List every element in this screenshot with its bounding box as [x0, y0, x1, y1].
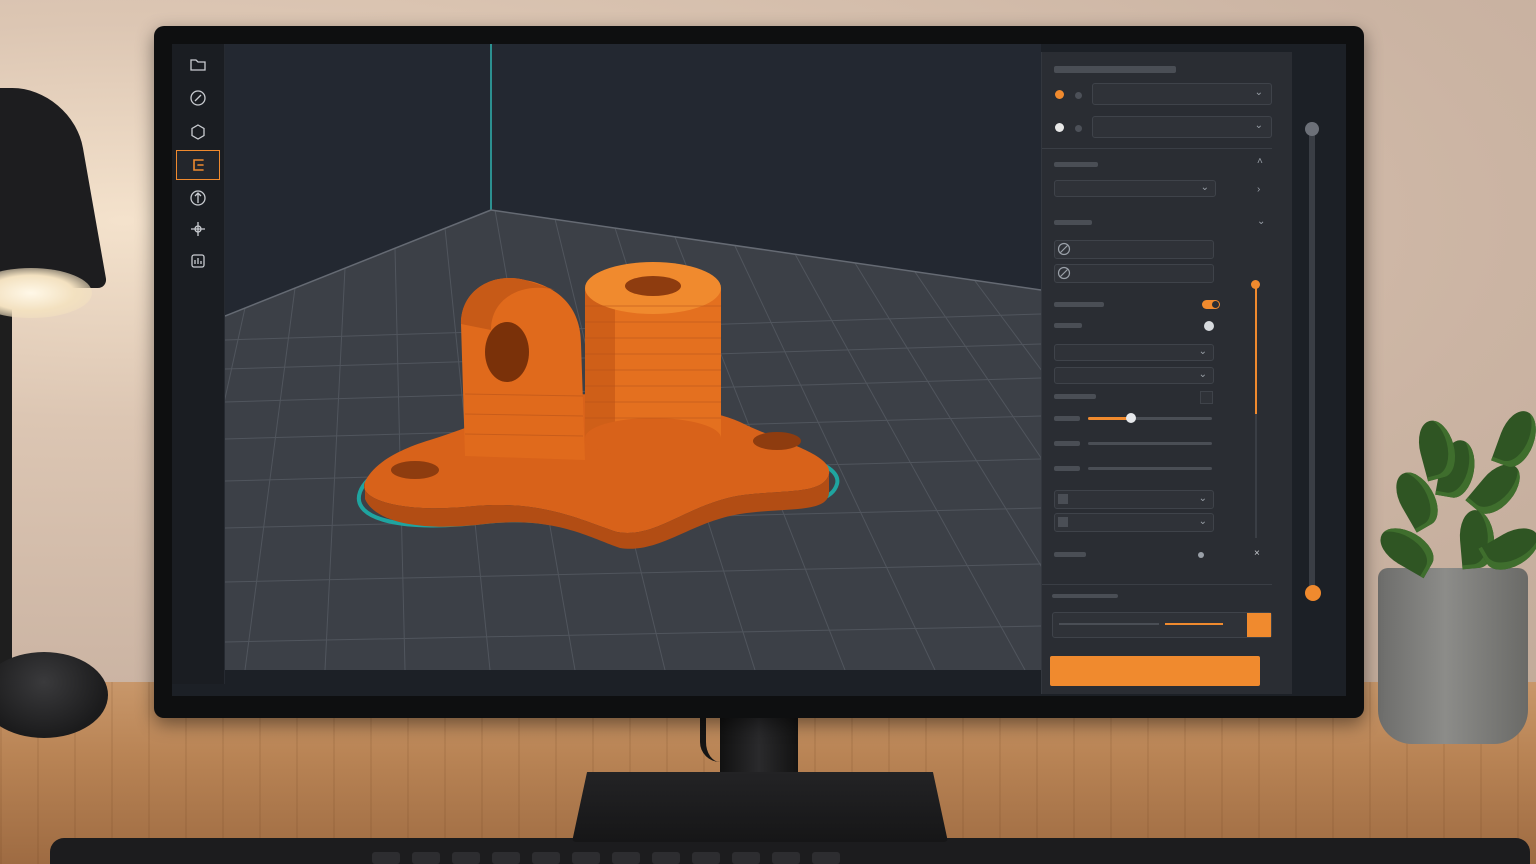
- preview-tool-button[interactable]: [177, 247, 219, 275]
- folder-icon: [190, 59, 206, 71]
- edit-tool-button[interactable]: [177, 84, 219, 112]
- layer-view-slider[interactable]: [1309, 122, 1315, 592]
- section-heading-placeholder-2: [1054, 220, 1092, 225]
- disabled-icon: [1057, 242, 1071, 256]
- section-divider: [1042, 148, 1272, 149]
- left-toolbar: [172, 44, 225, 684]
- support-tool-button[interactable]: [177, 184, 219, 212]
- progress-action-button[interactable]: [1247, 613, 1271, 637]
- move-icon: [191, 222, 205, 236]
- collapse-icon[interactable]: ˄: [1257, 156, 1263, 167]
- setting-label-placeholder: [1054, 302, 1104, 307]
- extruder-2-color-dot: [1055, 123, 1064, 132]
- material-1-dropdown[interactable]: ⌄: [1092, 83, 1272, 105]
- section-heading-placeholder: [1054, 162, 1098, 167]
- chevron-right-icon[interactable]: ›: [1257, 184, 1260, 195]
- color-dropdown-1[interactable]: ⌄: [1054, 490, 1214, 509]
- setting-field-1[interactable]: [1054, 240, 1214, 259]
- monitor-stand-base: [572, 772, 948, 842]
- setting-checkbox[interactable]: [1200, 391, 1213, 404]
- cube-icon: [191, 124, 205, 140]
- slice-tool-button[interactable]: [176, 150, 220, 180]
- slice-button[interactable]: [1050, 656, 1260, 686]
- move-tool-button[interactable]: [177, 215, 219, 243]
- option-dropdown-1[interactable]: ⌄: [1054, 344, 1214, 361]
- plant-pot: [1378, 568, 1528, 744]
- section-divider-2: [1042, 584, 1272, 585]
- extruder-2-indicator: [1075, 125, 1082, 132]
- status-bar: [225, 670, 1041, 684]
- close-icon[interactable]: ×: [1254, 548, 1260, 559]
- slider-label-placeholder-2: [1054, 441, 1080, 446]
- radio-button[interactable]: [1204, 321, 1214, 331]
- disabled-icon: [1057, 266, 1071, 280]
- extruder-1-color-dot: [1055, 90, 1064, 99]
- layer-range-handle[interactable]: [1251, 280, 1260, 289]
- extruder-1-indicator: [1075, 92, 1082, 99]
- setting-field-2[interactable]: [1054, 264, 1214, 283]
- progress-fill: [1165, 623, 1223, 625]
- profile-dropdown[interactable]: ⌄: [1054, 180, 1216, 197]
- 3d-viewport[interactable]: [225, 44, 1041, 670]
- support-icon: [190, 190, 206, 206]
- chevron-down-icon[interactable]: ⌄: [1257, 216, 1265, 227]
- panel-title-placeholder: [1054, 66, 1176, 73]
- enable-toggle[interactable]: [1202, 300, 1220, 309]
- slicer-app-window: ⌄ ⌄ ˄ ⌄ › ⌄ ⌄ ⌄ ⌄ ⌄ ×: [172, 44, 1346, 696]
- infill-slider-handle[interactable]: [1126, 413, 1136, 423]
- setting-label-placeholder-2: [1054, 323, 1082, 328]
- setting-slider-track-3[interactable]: [1088, 467, 1212, 470]
- setting-label-placeholder-3: [1054, 394, 1096, 399]
- indicator-dot: [1198, 552, 1204, 558]
- preview-icon: [191, 254, 205, 268]
- progress-field: [1052, 612, 1272, 638]
- estimate-label-placeholder: [1052, 594, 1118, 598]
- slider-label-placeholder: [1054, 416, 1080, 421]
- slider-label-placeholder-3: [1054, 466, 1080, 471]
- pencil-icon: [190, 90, 206, 106]
- build-volume-scene: [225, 44, 1041, 670]
- object-tool-button[interactable]: [177, 118, 219, 146]
- setting-slider-track-2[interactable]: [1088, 442, 1212, 445]
- option-dropdown-2[interactable]: ⌄: [1054, 367, 1214, 384]
- print-settings-panel: ⌄ ⌄ ˄ ⌄ › ⌄ ⌄ ⌄ ⌄ ⌄ ×: [1041, 52, 1292, 694]
- layer-view-top-handle[interactable]: [1305, 122, 1319, 136]
- material-2-dropdown[interactable]: ⌄: [1092, 116, 1272, 138]
- layer-view-bottom-handle[interactable]: [1305, 585, 1321, 601]
- setting-label-placeholder-4: [1054, 552, 1086, 557]
- layer-range-fill: [1255, 286, 1257, 414]
- slice-icon: [193, 159, 204, 171]
- open-file-button[interactable]: [177, 50, 219, 78]
- color-dropdown-2[interactable]: ⌄: [1054, 513, 1214, 532]
